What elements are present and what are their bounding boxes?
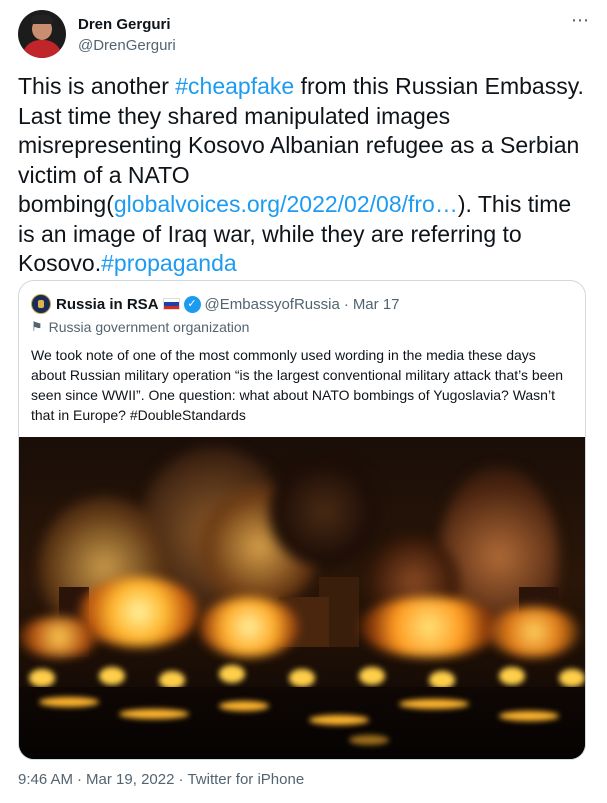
- separator-dot: ·: [343, 295, 349, 313]
- verified-badge-icon: ✓: [183, 295, 201, 313]
- hashtag-propaganda[interactable]: #propaganda: [101, 250, 237, 276]
- tweet-date[interactable]: Mar 19, 2022: [86, 771, 174, 788]
- quoted-date[interactable]: Mar 17: [353, 296, 400, 313]
- hashtag-cheapfake[interactable]: #cheapfake: [175, 73, 294, 99]
- tweet-source[interactable]: Twitter for iPhone: [187, 771, 304, 788]
- tweet-text: This is another #cheapfake from this Rus…: [18, 72, 590, 279]
- quoted-name[interactable]: Russia in RSA: [56, 296, 159, 313]
- author-name[interactable]: Dren Gerguri: [78, 16, 171, 33]
- quoted-text: We took note of one of the most commonly…: [31, 347, 564, 423]
- quoted-tweet[interactable]: Russia in RSA ✓ @EmbassyofRussia · Mar 1…: [18, 280, 586, 760]
- tweet-time[interactable]: 9:46 AM: [18, 771, 73, 788]
- tweet-text-part: This is another: [18, 73, 176, 99]
- shore-lights: [19, 649, 585, 689]
- tweet-header: Dren Gerguri @DrenGerguri ⋯: [18, 10, 590, 60]
- night-city-bombing-photo[interactable]: [19, 437, 585, 759]
- quoted-handle[interactable]: @EmbassyofRussia: [205, 296, 340, 313]
- external-link[interactable]: globalvoices.org/2022/02/08/fro…: [114, 191, 458, 217]
- quoted-header: Russia in RSA ✓ @EmbassyofRussia · Mar 1…: [31, 293, 400, 315]
- separator-dot: ·: [77, 771, 83, 788]
- tweet-footer: 9:46 AM · Mar 19, 2022 · Twitter for iPhone: [18, 771, 304, 788]
- separator-dot: ·: [178, 771, 184, 788]
- author-avatar[interactable]: [18, 10, 66, 58]
- government-flag-icon: ⚑: [31, 319, 43, 334]
- org-label-text: Russia government organization: [48, 319, 250, 335]
- more-icon[interactable]: ⋯: [571, 10, 590, 31]
- quoted-avatar[interactable]: [31, 294, 51, 314]
- river-reflection: [19, 687, 585, 759]
- flag-russia-icon: [162, 298, 180, 310]
- quoted-org-label: ⚑ Russia government organization: [31, 319, 249, 335]
- author-handle[interactable]: @DrenGerguri: [78, 37, 176, 54]
